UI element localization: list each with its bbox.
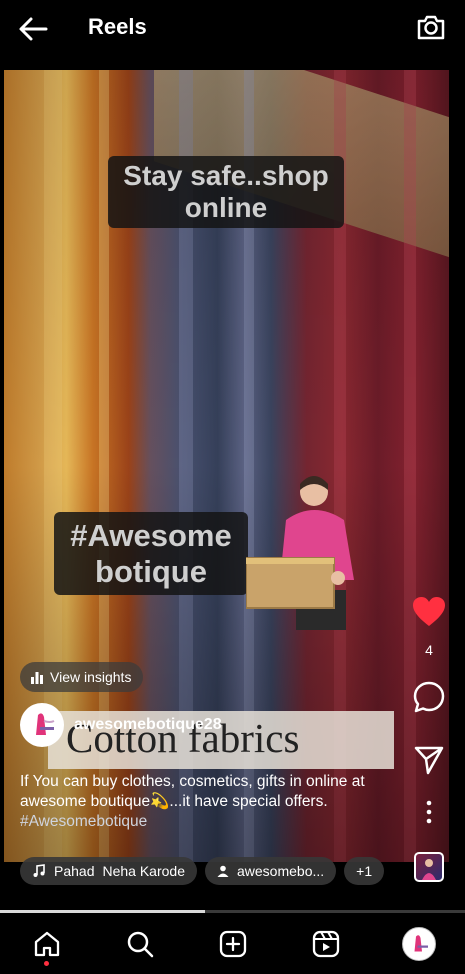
view-insights-label: View insights [50, 669, 132, 685]
boutique-logo-icon [36, 713, 55, 735]
profile-avatar [401, 926, 436, 961]
more-count: +1 [356, 863, 373, 879]
comment-icon [413, 681, 445, 713]
page-title: Reels [88, 14, 147, 39]
like-button[interactable] [408, 596, 450, 628]
view-insights-button[interactable]: View insights [20, 662, 144, 692]
create-icon [219, 930, 246, 957]
like-count-label: 4 [425, 642, 433, 658]
send-icon [414, 746, 444, 775]
audio-user-pill[interactable]: awesomebo... [205, 857, 337, 885]
person-with-box-sticker [246, 476, 354, 630]
audio-thumbnail[interactable] [414, 852, 444, 882]
more-collaborators-pill[interactable]: +1 [344, 857, 385, 885]
more-vertical-icon [426, 800, 432, 824]
search-icon [127, 931, 153, 957]
music-note-icon [33, 864, 45, 877]
overlay-text-middle: #Awesome botique [54, 512, 248, 596]
reels-icon [312, 930, 339, 957]
heart-icon-fill [413, 597, 445, 626]
caption-hashtag[interactable]: #Awesomebotique [20, 812, 405, 832]
music-pill[interactable]: Pahad Neha Karode [20, 857, 197, 885]
comment-button[interactable] [408, 680, 450, 714]
overlay-text-top: Stay safe..shop online [108, 156, 344, 229]
song-title: Pahad [54, 863, 95, 879]
bar-chart-icon [31, 672, 43, 684]
more-options-button[interactable] [408, 800, 450, 824]
like-count[interactable]: 4 [408, 642, 450, 658]
camera-button[interactable] [415, 11, 447, 43]
nav-home[interactable] [0, 913, 93, 974]
home-icon [34, 931, 59, 956]
heart-icon [413, 597, 445, 626]
person-icon [217, 865, 229, 877]
music-row: Pahad Neha Karode awesomebo... +1 [20, 857, 385, 885]
audio-thumbnail-image [422, 859, 436, 880]
author-username[interactable]: awesomebotique28 [74, 716, 222, 734]
boutique-logo-icon [414, 934, 428, 951]
share-button[interactable] [408, 744, 450, 776]
back-button[interactable] [16, 12, 50, 46]
notification-dot [44, 961, 49, 966]
top-bar: Reels [0, 0, 465, 58]
camera-icon [417, 15, 445, 40]
nav-profile[interactable] [372, 913, 465, 974]
audio-user-label: awesomebo... [237, 863, 325, 879]
bottom-nav [0, 913, 465, 974]
nav-create[interactable] [186, 913, 279, 974]
author-row[interactable]: awesomebotique28 [20, 703, 222, 747]
caption-text: If You can buy clothes, cosmetics, gifts… [20, 773, 365, 810]
author-avatar[interactable] [20, 703, 64, 747]
song-artist: Neha Karode [102, 863, 185, 879]
back-arrow-icon [19, 17, 48, 41]
caption[interactable]: If You can buy clothes, cosmetics, gifts… [20, 772, 405, 832]
nav-reels[interactable] [279, 913, 372, 974]
nav-search[interactable] [93, 913, 186, 974]
